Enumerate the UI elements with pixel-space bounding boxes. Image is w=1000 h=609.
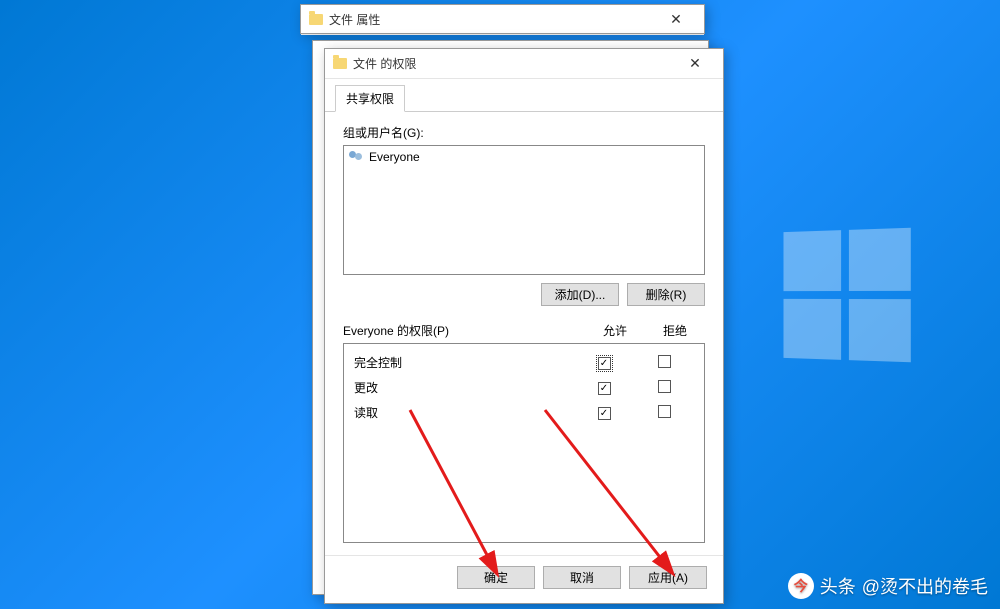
tab-share-permissions[interactable]: 共享权限 [335,85,405,112]
folder-icon [333,58,347,69]
perm-name: 读取 [354,404,574,421]
windows-desktop-logo [783,228,910,363]
table-row: 更改 ✓ [344,375,704,400]
dialog-title: 文件 的权限 [353,55,669,72]
perm-name: 完全控制 [354,354,574,371]
deny-checkbox[interactable] [658,405,671,418]
col-deny: 拒绝 [645,322,705,339]
close-icon[interactable]: ✕ [656,8,696,32]
perm-name: 更改 [354,379,574,396]
users-icon [349,150,365,164]
deny-checkbox[interactable] [658,355,671,368]
titlebar: 文件 的权限 ✕ [325,49,723,79]
user-name: Everyone [369,150,420,164]
allow-checkbox[interactable]: ✓ [598,407,611,420]
list-item[interactable]: Everyone [347,149,701,165]
add-button[interactable]: 添加(D)... [541,283,619,306]
permissions-header: Everyone 的权限(P) 允许 拒绝 [343,322,705,339]
ok-button[interactable]: 确定 [457,566,535,589]
perm-label: Everyone 的权限(P) [343,322,585,339]
window-title: 文件 属性 [329,11,650,28]
permissions-dialog: 文件 的权限 ✕ 共享权限 组或用户名(G): Everyone 添加(D)..… [324,48,724,604]
allow-checkbox[interactable]: ✓ [598,357,611,370]
cancel-button[interactable]: 取消 [543,566,621,589]
groups-label: 组或用户名(G): [343,124,705,141]
watermark-author: @烫不出的卷毛 [862,573,988,599]
col-allow: 允许 [585,322,645,339]
table-row: 完全控制 ✓ [344,350,704,375]
folder-icon [309,14,323,25]
properties-window-back: 文件 属性 ✕ [300,4,705,34]
tab-strip: 共享权限 [325,79,723,112]
watermark: 今 头条 @烫不出的卷毛 [788,573,988,599]
allow-checkbox[interactable]: ✓ [598,382,611,395]
table-row: 读取 ✓ [344,400,704,425]
close-button[interactable]: ✕ [675,52,715,76]
deny-checkbox[interactable] [658,380,671,393]
watermark-prefix: 头条 [820,573,856,599]
watermark-badge-icon: 今 [788,573,814,599]
remove-button[interactable]: 删除(R) [627,283,705,306]
dialog-footer: 确定 取消 应用(A) [325,555,723,603]
apply-button[interactable]: 应用(A) [629,566,707,589]
permissions-table: 完全控制 ✓ 更改 ✓ 读取 ✓ [343,343,705,543]
users-listbox[interactable]: Everyone [343,145,705,275]
